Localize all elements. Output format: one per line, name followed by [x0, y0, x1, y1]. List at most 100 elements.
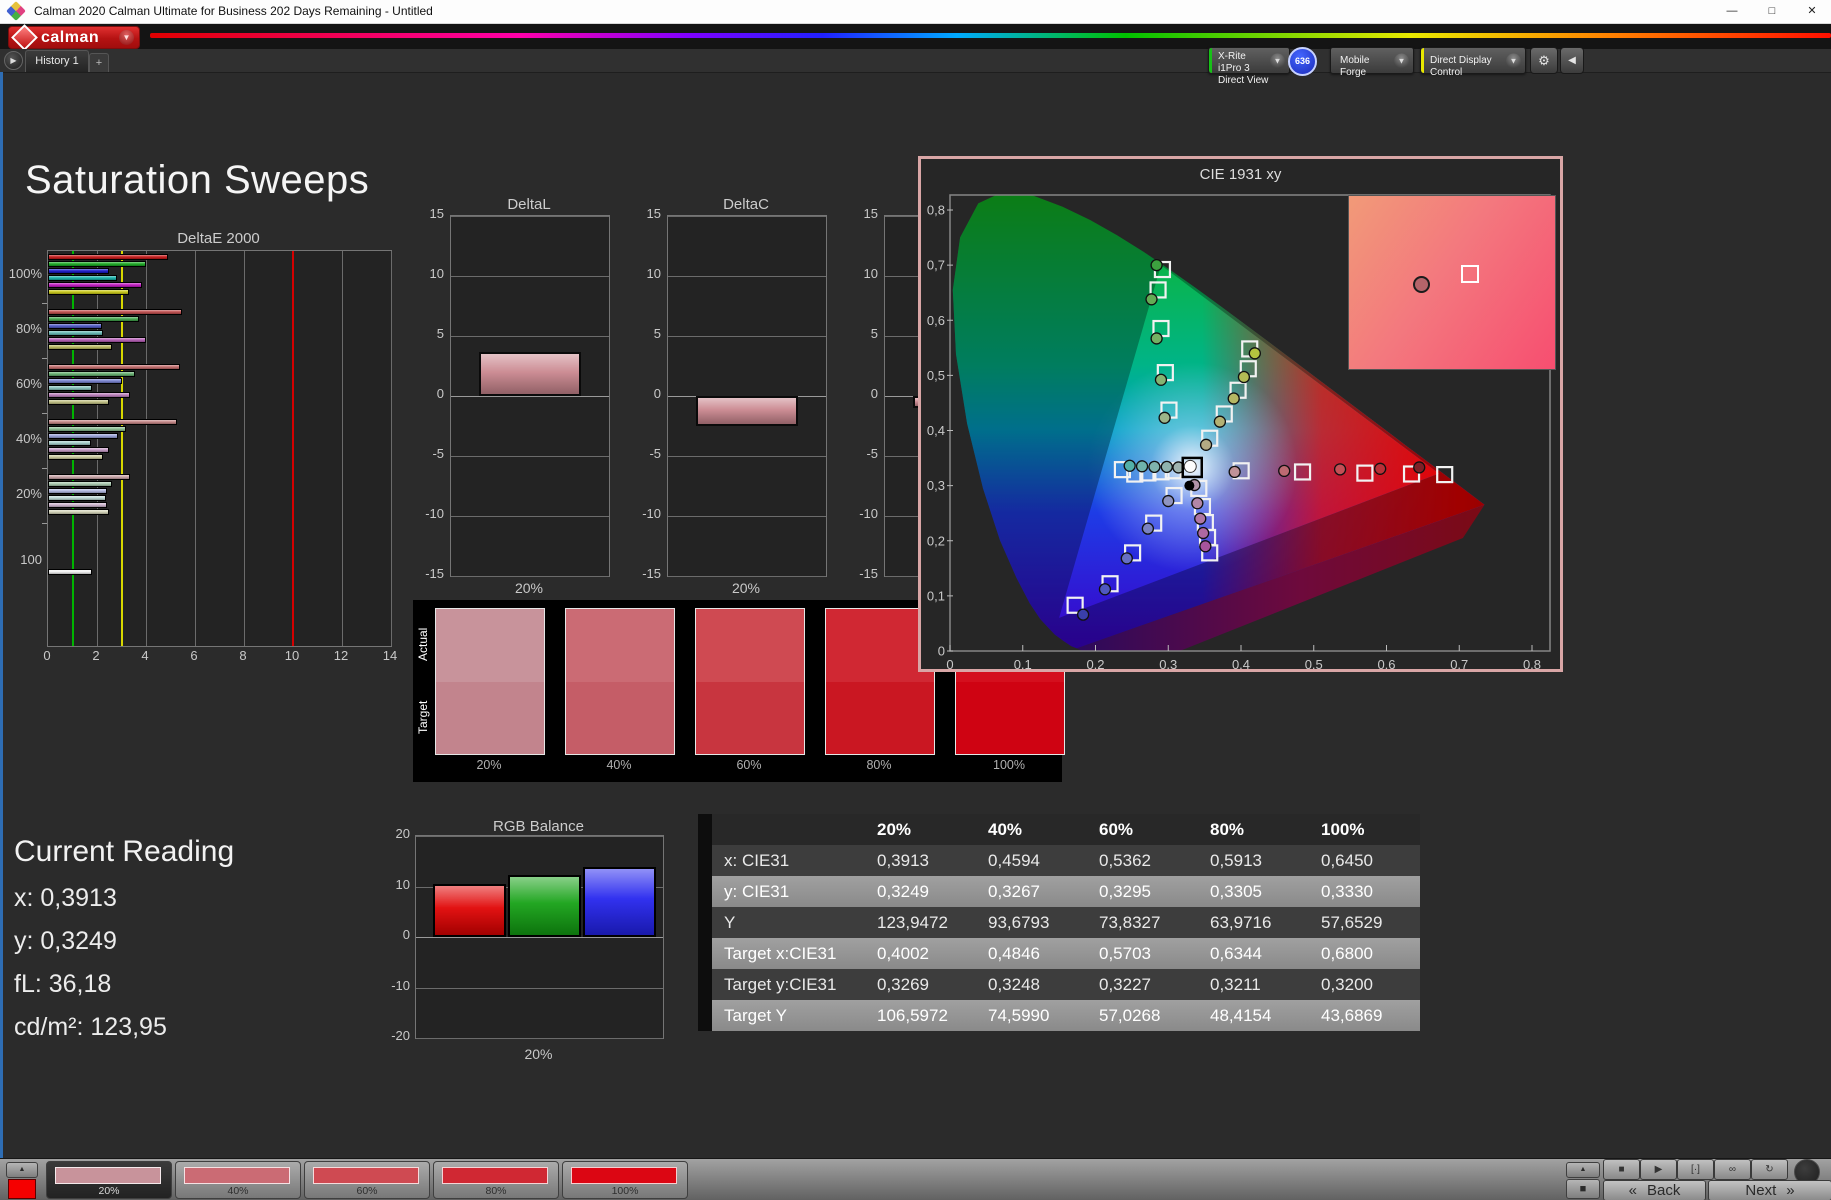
play-button[interactable]: ▶	[1640, 1159, 1677, 1180]
tab-scroll-button[interactable]: ▶	[4, 51, 23, 70]
window-title: Calman 2020 Calman Ultimate for Business…	[34, 4, 433, 18]
marker-button[interactable]: [·]	[1677, 1159, 1714, 1180]
current-reading-cdm2: cd/m²: 123,95	[14, 1013, 167, 1042]
row-stub	[698, 845, 712, 876]
patch-button-20%[interactable]: 20%	[46, 1161, 172, 1199]
axis-tick	[42, 523, 47, 524]
table-row: y: CIE310,32490,32670,32950,33050,3330	[698, 876, 1422, 907]
y-tick-label: 15	[625, 206, 661, 221]
patch-button-60%[interactable]: 60%	[304, 1161, 430, 1199]
gridline	[451, 216, 609, 217]
gridline	[416, 937, 663, 938]
y-tick-label: 0	[842, 386, 878, 401]
deltae-bar	[48, 399, 109, 405]
y-tick-label: -10	[842, 506, 878, 521]
stop-button[interactable]: ■	[1603, 1159, 1640, 1180]
patch-button-100%[interactable]: 100%	[562, 1161, 688, 1199]
expand-transport-button[interactable]: ▲	[1566, 1162, 1600, 1178]
deltae-bar	[48, 330, 103, 336]
row-stub	[698, 1000, 712, 1031]
deltae-bar	[48, 309, 182, 315]
y-tick-label: 20	[370, 826, 410, 841]
tab-history-1[interactable]: History 1	[25, 50, 89, 72]
y-tick-label: -15	[408, 566, 444, 581]
meter-count-badge[interactable]: 636	[1288, 47, 1317, 76]
delta-chart-title: DeltaL	[450, 196, 608, 213]
y-tick-label: 0	[370, 927, 410, 942]
collapse-panel-button[interactable]: ◀	[1560, 47, 1584, 74]
svg-text:0,7: 0,7	[1450, 657, 1468, 669]
cell-value: 0,3211	[1198, 969, 1309, 1000]
gridline	[342, 251, 343, 646]
svg-text:0,5: 0,5	[1305, 657, 1323, 669]
measured-circle-marker	[1146, 294, 1157, 305]
svg-text:0,2: 0,2	[1086, 657, 1104, 669]
expand-patches-button[interactable]: ▲	[6, 1162, 38, 1178]
cell-value: 80%	[1198, 814, 1309, 845]
row-label: Target Y	[712, 1000, 865, 1031]
x-tick-label: 14	[378, 648, 402, 663]
meter-dropdown[interactable]: X-Rite i1Pro 3Direct View ▼	[1208, 47, 1290, 74]
chevron-down-icon[interactable]: ▼	[1394, 53, 1409, 68]
y-tick-label: -20	[370, 1028, 410, 1043]
chevron-down-icon[interactable]: ▼	[1270, 53, 1285, 68]
measured-circle-marker	[1414, 462, 1425, 473]
deltae-bar	[48, 495, 106, 501]
deltae-bar	[48, 316, 139, 322]
chevron-down-icon[interactable]: ▼	[119, 30, 134, 45]
gridline	[195, 251, 196, 646]
y-tick-label: -5	[625, 446, 661, 461]
measured-circle-marker	[1200, 541, 1211, 552]
infinity-button[interactable]: ∞	[1714, 1159, 1751, 1180]
y-tick-label: 0	[625, 386, 661, 401]
svg-text:0,4: 0,4	[1232, 657, 1250, 669]
display-control-dropdown[interactable]: Direct Display Control ▼	[1420, 47, 1526, 74]
patch-button-80%[interactable]: 80%	[433, 1161, 559, 1199]
deltae-chart: 100%80%60%40%20%10002468101214	[0, 248, 430, 668]
maximize-button[interactable]: □	[1753, 0, 1791, 23]
cell-value: 0,6800	[1309, 938, 1420, 969]
gridline	[668, 456, 826, 457]
refresh-button[interactable]: ↻	[1751, 1159, 1788, 1180]
deltae-chart-title: DeltaE 2000	[47, 230, 390, 247]
row-stub	[698, 907, 712, 938]
svg-text:0,1: 0,1	[927, 588, 945, 603]
y-tick-label: -5	[408, 446, 444, 461]
settings-gear-button[interactable]: ⚙	[1530, 47, 1558, 74]
chevron-down-icon[interactable]: ▼	[1506, 53, 1521, 68]
cell-value: 74,5990	[976, 1000, 1087, 1031]
axis-tick	[42, 303, 47, 304]
cell-value: 73,8327	[1087, 907, 1198, 938]
axis-tick	[42, 468, 47, 469]
axis-tick	[42, 358, 47, 359]
add-tab-button[interactable]: +	[89, 53, 109, 72]
measured-circle-marker	[1151, 260, 1162, 271]
cell-value: 0,3330	[1309, 876, 1420, 907]
row-stub	[698, 938, 712, 969]
svg-text:0,8: 0,8	[1523, 657, 1541, 669]
cell-value: 106,5972	[865, 1000, 976, 1031]
group-label: 60%	[0, 376, 42, 391]
close-button[interactable]: ✕	[1793, 0, 1831, 23]
patch-button-40%[interactable]: 40%	[175, 1161, 301, 1199]
source-dropdown[interactable]: Mobile Forge ▼	[1330, 47, 1414, 74]
back-button[interactable]: « Back	[1603, 1180, 1706, 1200]
measured-circle-marker	[1137, 461, 1148, 472]
target-swatch	[826, 682, 934, 754]
cell-value: 20%	[865, 814, 976, 845]
deltae-bar	[48, 323, 102, 329]
cell-value: 0,3305	[1198, 876, 1309, 907]
measured-circle-marker	[1078, 609, 1089, 620]
group-label: 100	[0, 552, 42, 567]
deltae-bar	[48, 569, 92, 575]
deltae-bar	[48, 364, 180, 370]
cell-value: 0,4594	[976, 845, 1087, 876]
minimize-button[interactable]: —	[1713, 0, 1751, 23]
deltae-bar	[48, 385, 92, 391]
measured-circle-marker	[1195, 513, 1206, 524]
row-label: Target x:CIE31	[712, 938, 865, 969]
calman-menu-button[interactable]: calman ▼	[8, 26, 140, 49]
next-button[interactable]: Next »	[1708, 1180, 1831, 1200]
stop-patch-button[interactable]: ■	[1566, 1179, 1600, 1199]
x-tick-label: 8	[231, 648, 255, 663]
